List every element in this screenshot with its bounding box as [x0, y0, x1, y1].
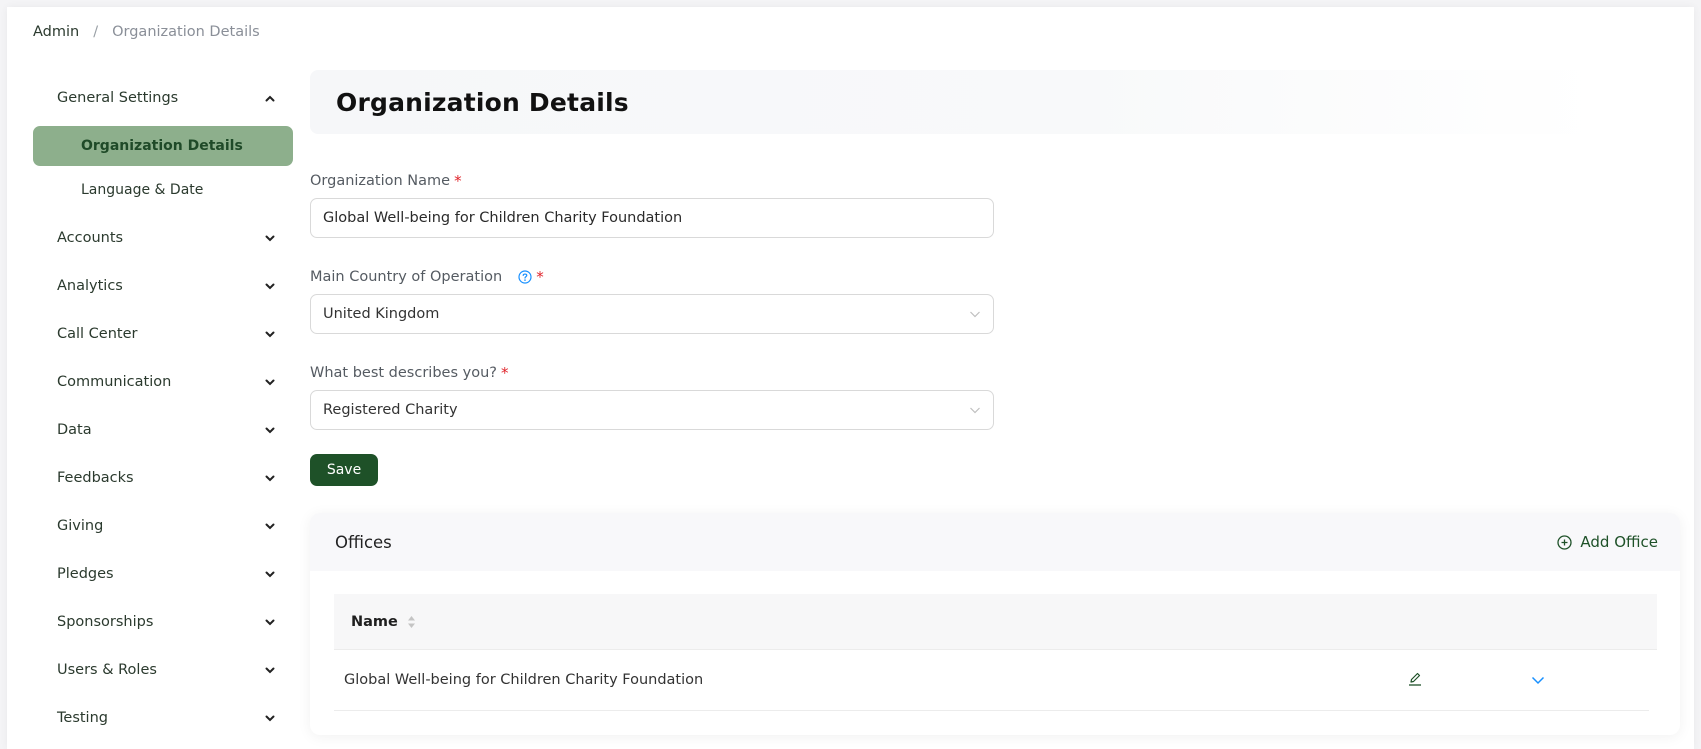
offices-table: Name Global Well-being for Children Char…: [334, 594, 1657, 711]
offices-title: Offices: [335, 532, 392, 552]
sidebar-item-label: Users & Roles: [57, 662, 157, 678]
sort-icon[interactable]: [407, 615, 416, 629]
org-name-input[interactable]: [323, 210, 981, 226]
org-name-label: Organization Name *: [310, 172, 462, 190]
chevron-down-icon: [263, 615, 277, 629]
sidebar-item-feedbacks[interactable]: Feedbacks: [33, 454, 293, 502]
chevron-up-icon: [263, 91, 277, 105]
country-label-text: Main Country of Operation: [310, 269, 503, 285]
org-name-label-text: Organization Name: [310, 173, 451, 189]
country-label: Main Country of Operation *: [310, 268, 544, 286]
chevron-down-icon: [969, 308, 981, 320]
offices-header: Offices Add Office: [310, 513, 1680, 571]
sidebar-item-label: Feedbacks: [57, 470, 134, 486]
chevron-down-icon[interactable]: [1530, 672, 1546, 688]
chevron-down-icon: [263, 423, 277, 437]
add-office-label: Add Office: [1580, 533, 1658, 551]
chevron-down-icon: [263, 567, 277, 581]
breadcrumb-current: Organization Details: [112, 24, 260, 40]
office-name: Global Well-being for Children Charity F…: [344, 672, 704, 688]
sidebar-item-giving[interactable]: Giving: [33, 502, 293, 550]
sidebar-item-label: Communication: [57, 374, 172, 390]
breadcrumb-admin[interactable]: Admin: [33, 24, 79, 40]
plus-circle-icon: [1557, 534, 1573, 550]
page-header: Organization Details: [310, 70, 1600, 134]
sidebar-item-label: Sponsorships: [57, 614, 154, 630]
table-header: Name: [334, 594, 1657, 650]
describes-select[interactable]: Registered Charity: [310, 390, 994, 430]
describes-label: What best describes you? *: [310, 364, 508, 382]
sidebar-item-label: Giving: [57, 518, 104, 534]
required-asterisk: *: [500, 364, 509, 382]
question-circle-icon[interactable]: [518, 270, 532, 284]
chevron-down-icon: [263, 327, 277, 341]
sidebar-item-sponsorships[interactable]: Sponsorships: [33, 598, 293, 646]
required-asterisk: *: [536, 268, 544, 286]
column-header-name[interactable]: Name: [351, 614, 416, 630]
sidebar-item-accounts[interactable]: Accounts: [33, 214, 293, 262]
breadcrumb-separator: /: [93, 24, 99, 40]
column-header-label: Name: [351, 613, 398, 630]
chevron-down-icon: [969, 404, 981, 416]
sidebar-item-pledges[interactable]: Pledges: [33, 550, 293, 598]
chevron-down-icon: [263, 471, 277, 485]
country-select[interactable]: United Kingdom: [310, 294, 994, 334]
save-button[interactable]: Save: [310, 454, 378, 486]
sidebar-item-label: Analytics: [57, 278, 123, 294]
chevron-down-icon: [263, 663, 277, 677]
sidebar-item-label: Call Center: [57, 326, 138, 342]
chevron-down-icon: [263, 279, 277, 293]
org-name-field[interactable]: [310, 198, 994, 238]
describes-select-value: Registered Charity: [323, 402, 458, 418]
required-asterisk: *: [454, 172, 462, 190]
country-select-value: United Kingdom: [323, 306, 440, 322]
chevron-down-icon: [263, 711, 277, 725]
sidebar-item-label: Data: [57, 422, 92, 438]
chevron-down-icon: [263, 375, 277, 389]
describes-label-text: What best describes you?: [310, 365, 497, 381]
chevron-down-icon: [263, 519, 277, 533]
sidebar-item-data[interactable]: Data: [33, 406, 293, 454]
sidebar-item-testing[interactable]: Testing: [33, 694, 293, 742]
offices-card: Offices Add Office Name Global Well-bein…: [310, 513, 1680, 735]
sidebar-item-label: Testing: [57, 710, 108, 726]
sidebar-item-users-roles[interactable]: Users & Roles: [33, 646, 293, 694]
sidebar-item-organization-details[interactable]: Organization Details: [33, 126, 293, 166]
sidebar-item-label: Pledges: [57, 566, 114, 582]
sidebar-item-analytics[interactable]: Analytics: [33, 262, 293, 310]
sidebar-item-general-settings[interactable]: General Settings: [33, 74, 293, 122]
sidebar-item-label: Accounts: [57, 230, 124, 246]
sidebar-item-language-date[interactable]: Language & Date: [33, 170, 293, 210]
sidebar: General Settings Organization Details La…: [33, 74, 293, 742]
table-row: Global Well-being for Children Charity F…: [334, 650, 1649, 711]
chevron-down-icon: [263, 231, 277, 245]
add-office-button[interactable]: Add Office: [1557, 533, 1658, 551]
sidebar-item-communication[interactable]: Communication: [33, 358, 293, 406]
sidebar-item-label: General Settings: [57, 90, 179, 106]
breadcrumb: Admin / Organization Details: [33, 24, 260, 40]
sidebar-item-call-center[interactable]: Call Center: [33, 310, 293, 358]
page-title: Organization Details: [336, 87, 629, 117]
edit-icon[interactable]: [1407, 671, 1423, 687]
